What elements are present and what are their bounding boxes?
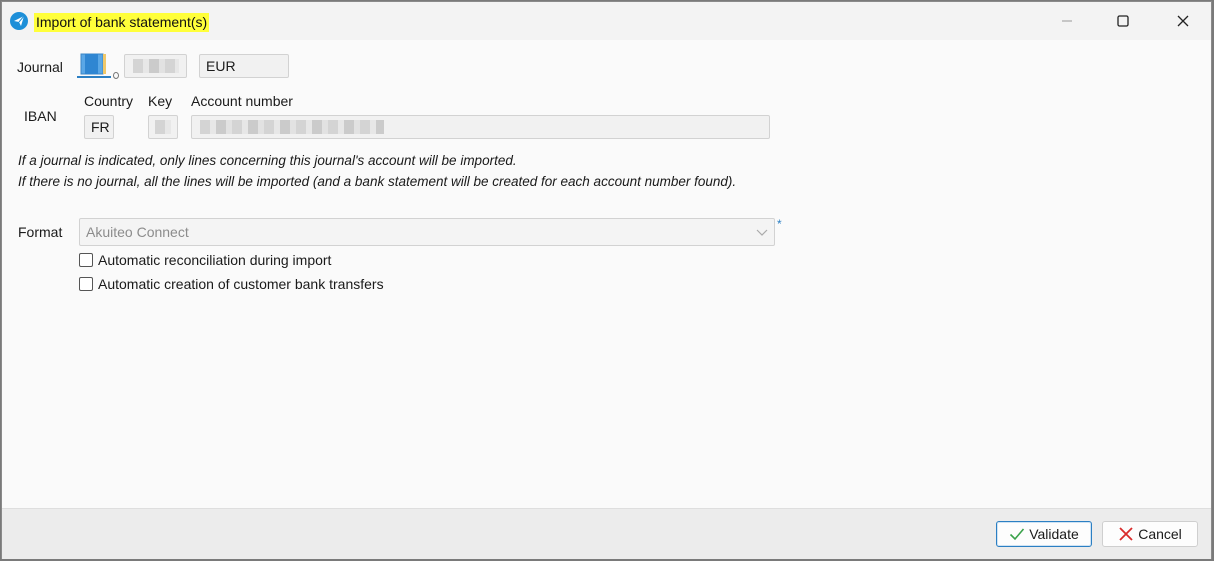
format-label: Format (18, 224, 63, 240)
currency-field: EUR (199, 54, 289, 78)
dropdown-indicator-icon (113, 72, 119, 79)
maximize-icon (1117, 15, 1129, 27)
minimize-button[interactable] (1038, 2, 1096, 40)
auto-bank-transfers-checkbox[interactable] (79, 277, 93, 291)
title-bar: Import of bank statement(s) (2, 2, 1211, 40)
journal-note-line-1: If a journal is indicated, only lines co… (18, 153, 517, 168)
required-marker: * (777, 217, 782, 231)
journal-code-field[interactable] (124, 54, 187, 78)
auto-bank-transfers-label[interactable]: Automatic creation of customer bank tran… (98, 276, 384, 292)
key-label: Key (148, 93, 173, 109)
account-number-label: Account number (191, 93, 293, 109)
close-icon (1177, 15, 1189, 27)
cancel-button[interactable]: Cancel (1102, 521, 1198, 547)
journal-note-line-2: If there is no journal, all the lines wi… (18, 174, 737, 189)
checkmark-icon (1010, 528, 1025, 541)
close-button[interactable] (1154, 2, 1212, 40)
minimize-icon (1062, 20, 1072, 22)
format-select[interactable]: Akuiteo Connect (79, 218, 775, 246)
maximize-button[interactable] (1094, 2, 1152, 40)
validate-button[interactable]: Validate (996, 521, 1092, 547)
import-dialog: Import of bank statement(s) Journal EUR … (1, 1, 1212, 559)
journal-label: Journal (17, 59, 63, 75)
cancel-x-icon (1119, 527, 1133, 541)
dialog-content: Journal EUR IBAN Country Key Account num… (2, 40, 1211, 508)
dialog-footer: Validate Cancel (2, 508, 1211, 559)
validate-label: Validate (1029, 526, 1079, 542)
journal-book-icon[interactable] (77, 52, 111, 78)
window-title: Import of bank statement(s) (34, 13, 210, 32)
account-number-field[interactable] (191, 115, 770, 139)
format-selected-value: Akuiteo Connect (86, 224, 189, 240)
paper-plane-icon (10, 12, 28, 30)
country-field[interactable]: FR (84, 115, 114, 139)
auto-reconciliation-checkbox[interactable] (79, 253, 93, 267)
key-field[interactable] (148, 115, 178, 139)
cancel-label: Cancel (1138, 526, 1182, 542)
chevron-down-icon (756, 229, 768, 236)
iban-label: IBAN (24, 108, 57, 124)
country-label: Country (84, 93, 134, 109)
auto-reconciliation-label[interactable]: Automatic reconciliation during import (98, 252, 331, 268)
